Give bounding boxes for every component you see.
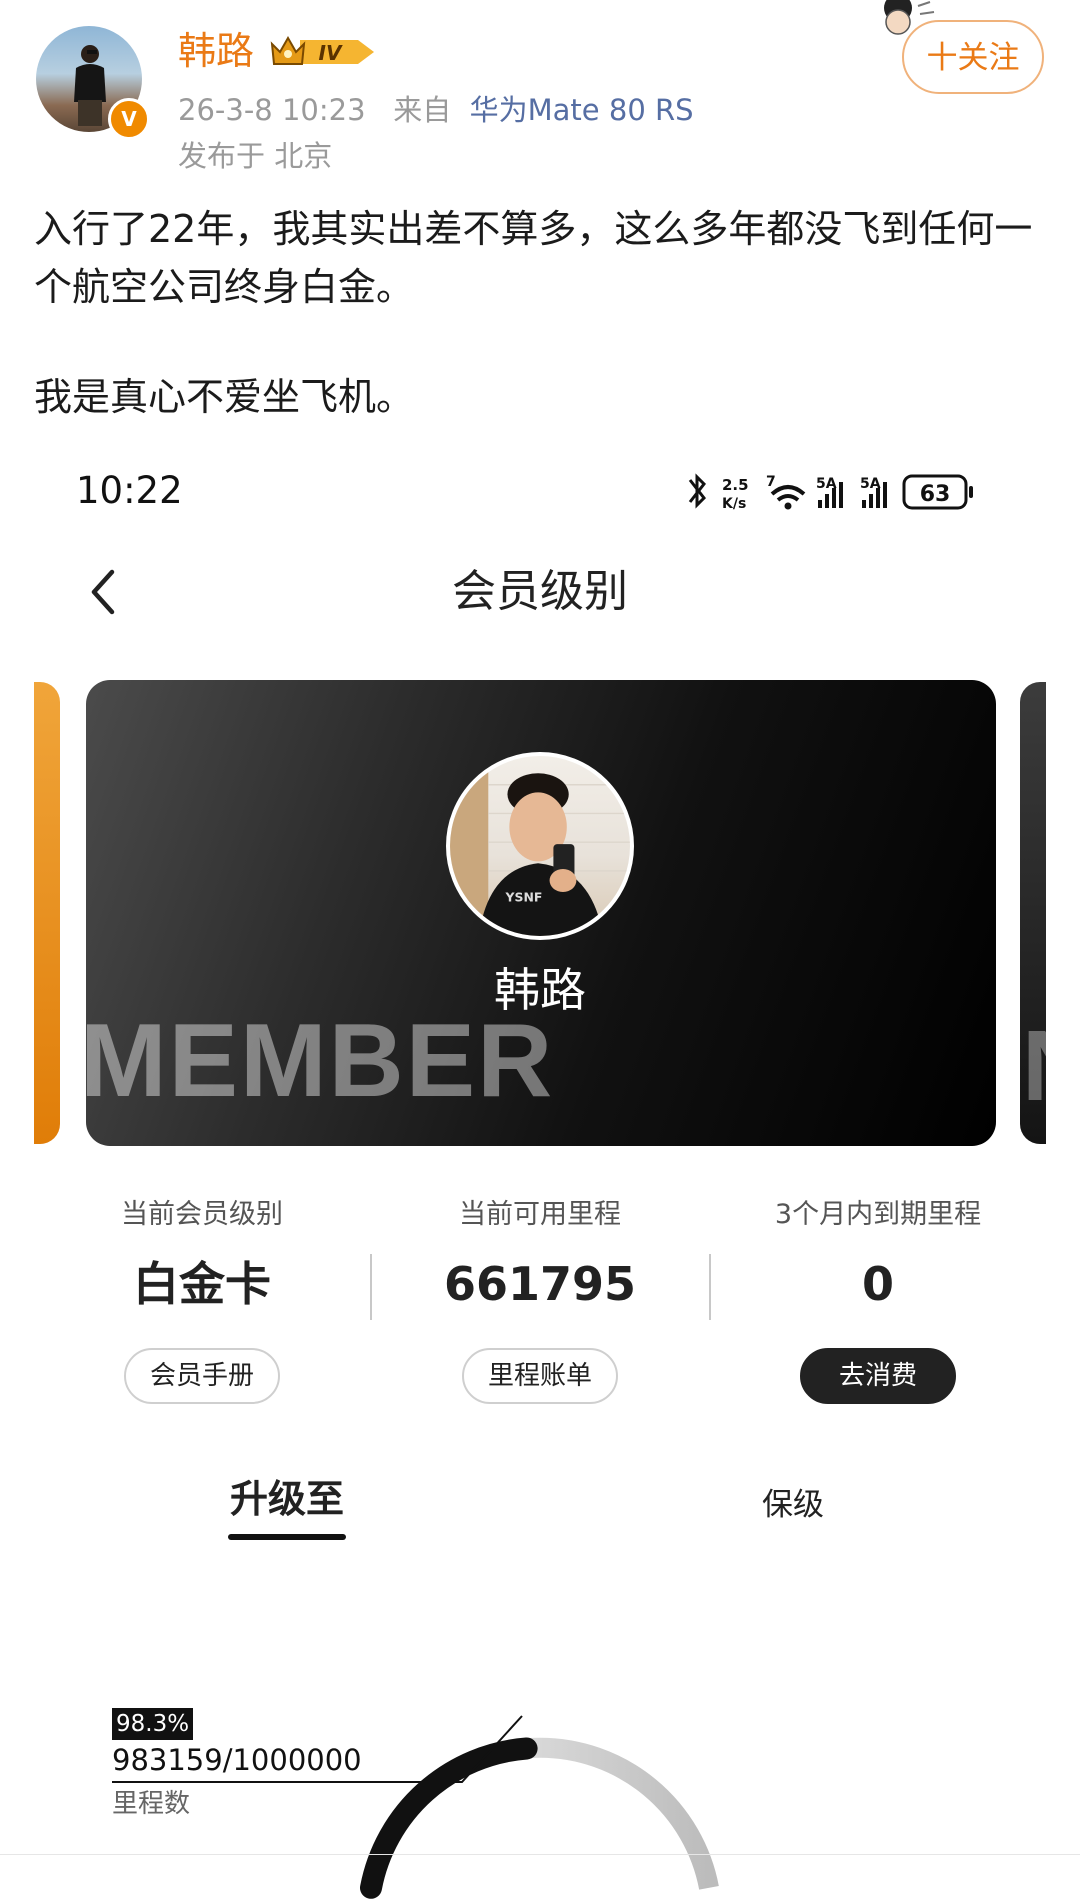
stat-label-miles: 当前可用里程 bbox=[459, 1199, 621, 1230]
mileage-statement-button[interactable]: 里程账单 bbox=[462, 1348, 618, 1404]
gauge-fill bbox=[360, 1737, 538, 1899]
tab-active-indicator bbox=[228, 1534, 346, 1540]
stat-label-level: 当前会员级别 bbox=[121, 1199, 283, 1230]
previous-card-peek[interactable] bbox=[34, 682, 60, 1144]
post-meta: 26-3-8 10:23 来自 华为Mate 80 RS bbox=[178, 90, 694, 130]
battery-icon: 63 bbox=[902, 474, 973, 510]
post-body-line2: 我是真心不爱坐飞机。 bbox=[34, 375, 415, 419]
stat-value-level: 白金卡 bbox=[133, 1257, 271, 1311]
post-source-prefix: 来自 bbox=[393, 93, 452, 127]
battery-level: 63 bbox=[920, 482, 951, 507]
wifi-icon: 7 bbox=[766, 474, 806, 510]
bottom-divider bbox=[0, 1854, 1080, 1855]
progress-percent: 98.3% bbox=[112, 1708, 194, 1740]
author-name[interactable]: 韩路 bbox=[178, 26, 254, 76]
bluetooth-icon bbox=[688, 473, 706, 509]
go-spend-button[interactable]: 去消费 bbox=[800, 1348, 956, 1404]
tab-upgrade[interactable]: 升级至 bbox=[230, 1472, 344, 1526]
next-card-watermark: N bbox=[1022, 1016, 1046, 1106]
gauge-track bbox=[361, 1737, 719, 1890]
follow-button[interactable]: 十关注 bbox=[902, 20, 1044, 94]
stat-value-expiring: 0 bbox=[861, 1257, 894, 1311]
member-avatar: YSNF bbox=[446, 752, 634, 940]
back-chevron-icon[interactable] bbox=[84, 564, 124, 620]
stat-label-expiring: 3个月内到期里程 bbox=[774, 1199, 982, 1230]
net-speed-value: 2.5 bbox=[722, 476, 749, 494]
member-watermark: MEMBER bbox=[80, 1003, 555, 1119]
progress-label: 里程数 bbox=[112, 1789, 191, 1819]
status-bar-icons: 2.5 K/s 7 5A 5A 63 bbox=[688, 473, 973, 512]
post-timestamp: 26-3-8 10:23 bbox=[178, 93, 366, 127]
status-bar-time: 10:22 bbox=[76, 469, 183, 512]
signal-sim1-icon: 5A bbox=[816, 476, 843, 508]
post-body-line1: 入行了22年，我其实出差不算多，这么多年都没飞到任何一个航空公司终身白金。 bbox=[34, 207, 1033, 309]
progress-value: 983159/1000000 bbox=[112, 1743, 362, 1777]
post-source-device[interactable]: 华为Mate 80 RS bbox=[470, 93, 694, 127]
screen-title: 会员级别 bbox=[452, 566, 628, 617]
tab-retain[interactable]: 保级 bbox=[762, 1478, 824, 1532]
verified-badge-icon: V bbox=[108, 98, 150, 140]
member-handbook-button[interactable]: 会员手册 bbox=[124, 1348, 280, 1404]
member-selfie-icon: YSNF bbox=[450, 756, 630, 936]
stat-value-miles: 661795 bbox=[443, 1257, 637, 1311]
vip-crown-badge-icon: IV bbox=[270, 35, 374, 65]
signal-sim2-icon: 5A bbox=[860, 476, 887, 508]
wifi-label: 7 bbox=[766, 474, 776, 490]
svg-text:YSNF: YSNF bbox=[505, 890, 543, 905]
avatar-photo-icon bbox=[74, 45, 106, 126]
vip-level-text: IV bbox=[319, 41, 343, 65]
net-speed-unit: K/s bbox=[722, 496, 746, 512]
post-location: 发布于 北京 bbox=[178, 139, 333, 173]
